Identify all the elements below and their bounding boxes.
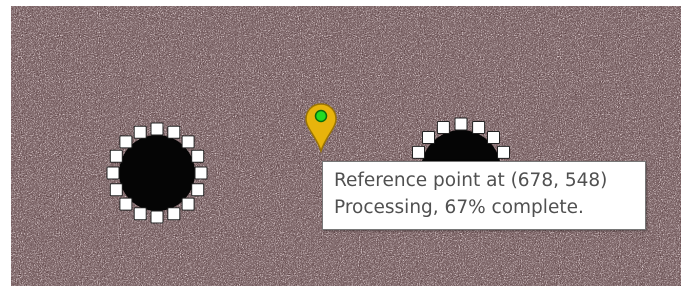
selection-handle[interactable] [133,207,147,221]
selection-handle[interactable] [191,183,205,197]
selection-handle[interactable] [150,122,164,136]
selection-handle[interactable] [487,131,500,144]
selection-handle[interactable] [194,166,208,180]
image-viewport[interactable]: Reference point at (678, 548) Processing… [11,6,681,286]
selection-handle[interactable] [422,131,435,144]
tooltip-line-reference: Reference point at (678, 548) [334,170,608,191]
selection-handle[interactable] [412,145,425,159]
selection-handle[interactable] [181,197,195,211]
tooltip: Reference point at (678, 548) Processing… [322,161,646,230]
selection-handle[interactable] [436,121,450,134]
pin-dot-icon [314,109,328,123]
selection-handle[interactable] [497,145,510,159]
map-pin-icon[interactable] [305,103,337,154]
selection-handle[interactable] [191,149,205,163]
selection-handle[interactable] [472,121,486,134]
selection-handle[interactable] [109,183,123,197]
selection-handle[interactable] [181,135,195,149]
annotation-overlay [106,103,514,224]
selection-handle[interactable] [106,166,120,180]
selection-handle[interactable] [167,207,181,221]
selection-handle[interactable] [109,149,123,163]
selection-handle[interactable] [167,125,181,139]
selection-handle[interactable] [454,117,468,131]
tooltip-line-progress: Processing, 67% complete. [334,197,584,218]
selection-handle[interactable] [119,135,133,149]
selection-handle[interactable] [119,197,133,211]
selection-handle[interactable] [150,210,164,224]
selection-handle[interactable] [133,125,147,139]
selected-object-left[interactable] [106,122,208,224]
